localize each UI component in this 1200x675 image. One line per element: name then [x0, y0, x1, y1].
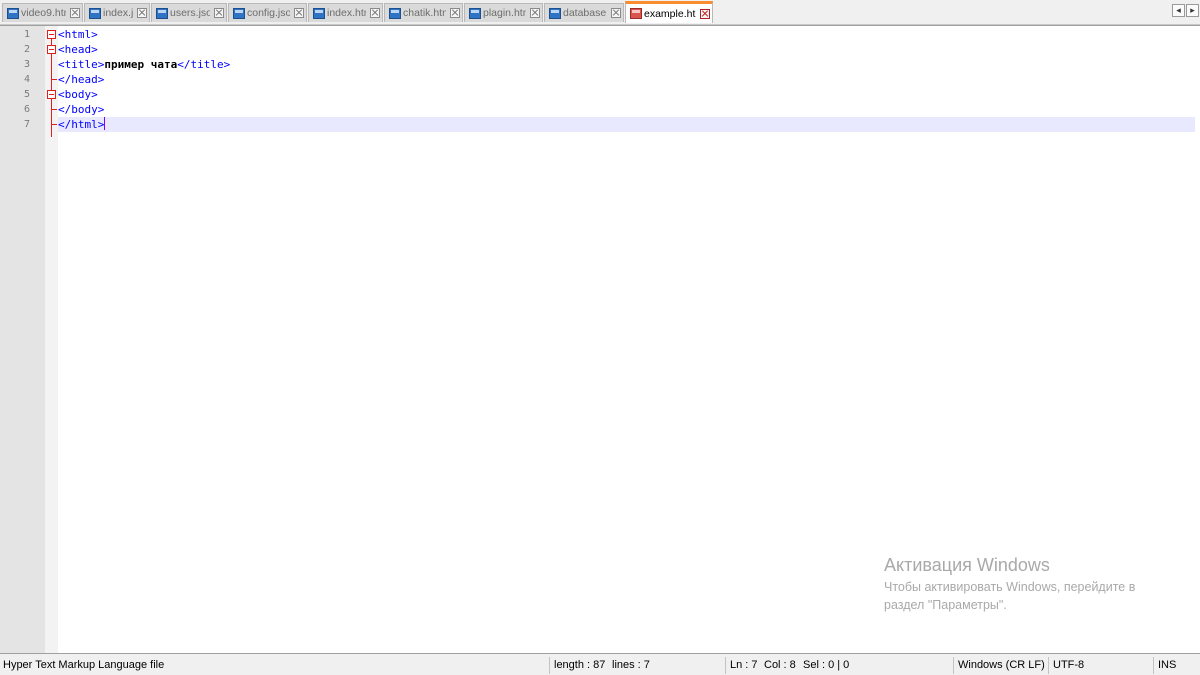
tab-label: index.html	[327, 7, 366, 19]
text-caret	[104, 117, 106, 130]
status-encoding: UTF-8	[1053, 659, 1085, 671]
close-icon[interactable]	[530, 8, 540, 18]
fold-end-marker	[51, 79, 57, 80]
status-col: Col : 8	[764, 659, 796, 671]
status-divider	[1048, 657, 1049, 674]
watermark-title: Активация Windows	[884, 555, 1050, 575]
tab-video9-html[interactable]: video9.html	[2, 3, 83, 22]
tab-config-json[interactable]: config.json	[228, 3, 307, 22]
close-icon[interactable]	[214, 8, 224, 18]
tab-bar: video9.html index.js users.json config.j…	[0, 0, 1200, 25]
line-number: 1	[23, 29, 30, 40]
status-divider	[953, 657, 954, 674]
tab-chatik-html[interactable]: chatik.html	[384, 3, 463, 22]
status-lines: lines : 7	[612, 659, 650, 671]
tab-database-js[interactable]: database.js	[544, 3, 624, 22]
html-tag: <body>	[58, 88, 98, 101]
tab-scroll-left-button[interactable]: ◂	[1172, 4, 1185, 17]
html-tag: </html>	[58, 118, 105, 131]
fold-toggle-icon[interactable]	[47, 45, 56, 54]
close-icon[interactable]	[137, 8, 147, 18]
html-tag: <html>	[58, 28, 98, 41]
status-eol-format: Windows (CR LF)	[958, 659, 1045, 671]
tab-label: chatik.html	[403, 7, 446, 19]
file-saved-icon	[389, 7, 401, 19]
code-line: </body>	[58, 102, 1195, 117]
line-number: 3	[23, 59, 30, 70]
tab-scroll-right-button[interactable]: ▸	[1186, 4, 1199, 17]
status-divider	[1153, 657, 1154, 674]
status-line: Ln : 7	[730, 659, 758, 671]
html-tag: </head>	[58, 73, 105, 86]
status-selection: Sel : 0 | 0	[803, 659, 850, 671]
file-unsaved-icon	[630, 8, 642, 19]
text-content: пример чата	[104, 58, 178, 71]
close-icon[interactable]	[370, 8, 380, 18]
close-icon[interactable]	[700, 8, 710, 19]
fold-toggle-icon[interactable]	[47, 30, 56, 39]
fold-end-marker	[51, 124, 57, 125]
close-icon[interactable]	[294, 8, 304, 18]
tab-label: config.json	[247, 7, 290, 19]
tab-label: video9.html	[21, 7, 66, 19]
status-divider	[549, 657, 550, 674]
html-tag: <head>	[58, 43, 98, 56]
status-bar: Hyper Text Markup Language file length :…	[0, 656, 1200, 675]
code-editor[interactable]: 1 2 3 4 5 6 7 <html> <head> <title>приме…	[0, 25, 1200, 654]
file-saved-icon	[89, 7, 101, 19]
status-file-type: Hyper Text Markup Language file	[3, 659, 165, 671]
code-line: <body>	[58, 87, 1195, 102]
html-tag: </title>	[177, 58, 231, 71]
file-saved-icon	[233, 7, 245, 19]
fold-toggle-icon[interactable]	[47, 90, 56, 99]
code-line-current: </html>	[58, 117, 1195, 132]
status-insert-mode: INS	[1158, 659, 1177, 671]
status-length: length : 87	[554, 659, 606, 671]
tab-index-js[interactable]: index.js	[84, 3, 150, 22]
file-saved-icon	[549, 7, 561, 19]
tab-label: plagin.html	[483, 7, 526, 19]
tab-label: example.html	[644, 7, 696, 20]
tab-index-html[interactable]: index.html	[308, 3, 383, 22]
file-saved-icon	[7, 7, 19, 19]
code-line: <title>пример чата</title>	[58, 57, 1195, 72]
line-number-gutter: 1 2 3 4 5 6 7	[0, 26, 45, 653]
code-line: </head>	[58, 72, 1195, 87]
tab-label: index.js	[103, 7, 133, 19]
file-saved-icon	[156, 7, 168, 19]
close-icon[interactable]	[611, 8, 621, 18]
fold-end-marker	[51, 109, 57, 110]
html-tag: </body>	[58, 103, 105, 116]
windows-activation-watermark: Активация Windows Чтобы активировать Win…	[884, 555, 1159, 614]
line-number: 6	[23, 104, 30, 115]
tab-example-html[interactable]: example.html	[625, 1, 713, 23]
line-number: 4	[23, 74, 30, 85]
file-saved-icon	[469, 7, 481, 19]
code-line: <head>	[58, 42, 1195, 57]
tab-label: database.js	[563, 7, 607, 19]
status-divider	[725, 657, 726, 674]
close-icon[interactable]	[70, 8, 80, 18]
line-number: 5	[23, 89, 30, 100]
code-line: <html>	[58, 27, 1195, 42]
tab-users-json[interactable]: users.json	[151, 3, 227, 22]
close-icon[interactable]	[450, 8, 460, 18]
file-saved-icon	[313, 7, 325, 19]
line-number: 7	[23, 119, 30, 130]
watermark-text: Чтобы активировать Windows, перейдите в …	[884, 580, 1136, 612]
line-number: 2	[23, 44, 30, 55]
tab-plagin-html[interactable]: plagin.html	[464, 3, 543, 22]
html-tag: <title>	[58, 58, 105, 71]
tab-label: users.json	[170, 7, 210, 19]
